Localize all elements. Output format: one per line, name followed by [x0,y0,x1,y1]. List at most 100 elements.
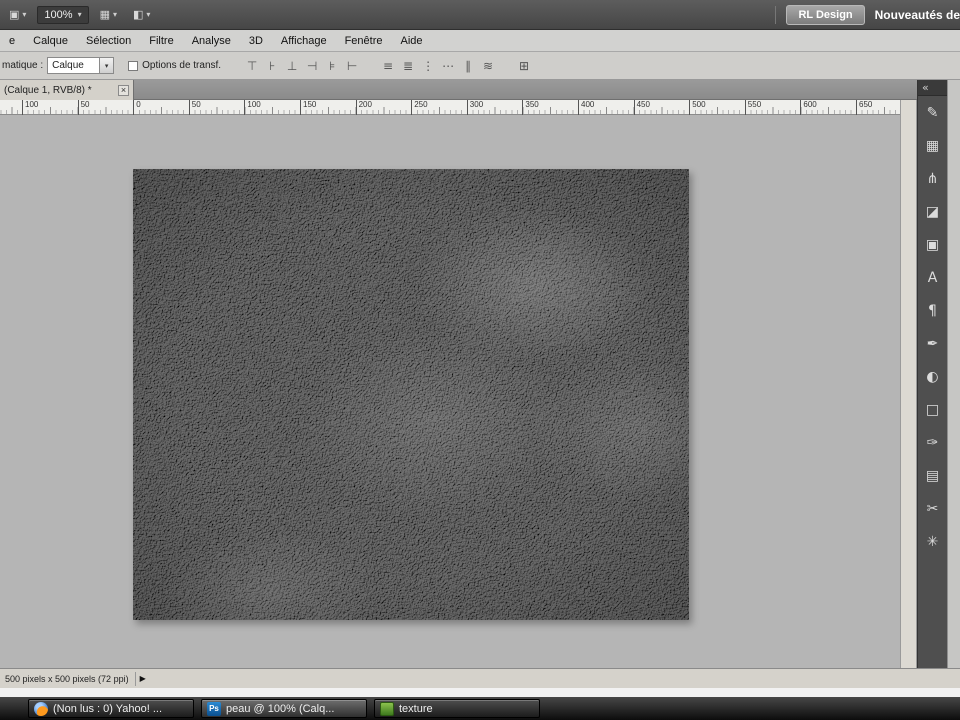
ruler-tick-label: 0 [133,100,141,115]
horizontal-ruler[interactable]: 100 50 0 50 100 150 200 250 300 350 400 450 500 550 60… [0,100,900,115]
view-extras-icon: ▦ [99,8,110,21]
menu-item-fen-tre[interactable]: Fenêtre [336,32,392,50]
ruler-tick-label: 50 [188,100,201,115]
canvas-area [0,115,900,668]
texture-icon [380,701,394,716]
chevron-down-icon: ▾ [99,58,114,73]
auto-align-group: ⊞ [515,57,533,75]
checkbox-icon [128,60,139,71]
ruler-tick-label: 350 [522,100,539,115]
align-vertical-centers-icon[interactable]: ⊦ [263,57,281,75]
align-top-edges-icon[interactable]: ⊤ [243,57,261,75]
app-extras-dropdown[interactable]: ▣ ▾ [4,5,31,24]
distribute-top-edges-icon[interactable]: ≡ [379,57,397,75]
appbar-separator [775,5,777,24]
eraser-tool-icon[interactable]: ◪ [918,195,947,228]
tool-panel: « ✎ ▦ ⋔ ◪ ▣ A ¶ ✒ ◐ □ ✑ ▤ ✂ ✳ [917,80,947,668]
paragraph-tool-icon[interactable]: ¶ [918,294,947,327]
transform-options-checkbox[interactable]: Options de transf. [128,60,221,71]
taskbar-item-yahoo[interactable]: (Non lus : 0) Yahoo! ... [28,699,194,718]
ruler-tick-label: 150 [300,100,316,115]
menu-bar: e Calque Sélection Filtre Analyse 3D Affichage… [0,30,960,52]
screen-mode-dropdown[interactable]: ◧ ▾ [128,5,155,24]
menu-item-analyse[interactable]: Analyse [183,32,240,50]
type-tool-icon[interactable]: A [918,261,947,294]
align-horizontal-centers-icon[interactable]: ⊧ [323,57,341,75]
align-bottom-edges-icon[interactable]: ⊥ [283,57,301,75]
taskbar-item-label: texture [399,702,433,715]
status-bar: 500 pixels x 500 pixels (72 ppi) ▶ [0,668,960,688]
windows-taskbar: (Non lus : 0) Yahoo! ... Ps peau @ 100% (C… [0,697,960,720]
close-icon[interactable]: × [118,84,129,96]
menu-item-aide[interactable]: Aide [392,32,432,50]
menu-item-affichage[interactable]: Affichage [272,32,336,50]
align-icon-group: ⊤ ⊦ ⊥ ⊣ ⊧ ⊢ [243,57,361,75]
ruler-tick-label: 200 [355,100,372,115]
ruler-tick-label: 100 [244,100,261,115]
distribute-left-edges-icon[interactable]: ⋯ [439,57,457,75]
collapse-chevrons-icon: « [922,81,929,94]
app-extras-icon: ▣ [9,8,20,21]
distribute-right-edges-icon[interactable]: ≋ [479,57,497,75]
ruler-tick-label: 450 [633,100,650,115]
align-right-edges-icon[interactable]: ⊢ [343,57,361,75]
panel-dock-edge [947,80,960,668]
tool-list: ✎ ▦ ⋔ ◪ ▣ A ¶ ✒ ◐ □ ✑ ▤ ✂ ✳ [918,96,947,558]
ruler-tick-label: 300 [466,100,483,115]
clone-stamp-tool-icon[interactable]: ▣ [918,228,947,261]
photoshop-icon: Ps [207,701,221,716]
history-brush-tool-icon[interactable]: ⋔ [918,162,947,195]
rl-design-button[interactable]: RL Design [786,4,865,25]
view-extras-dropdown[interactable]: ▦ ▾ [95,5,122,24]
ruler-tick-label: 400 [578,100,594,115]
auto-align-layers-icon[interactable]: ⊞ [515,57,533,75]
taskbar-item-texture[interactable]: texture [374,699,540,718]
document-tab-title: (Calque 1, RVB/8) * [4,84,92,96]
desktop-gap [0,688,960,697]
taskbar-item-label: peau @ 100% (Calq... [226,702,335,715]
zoom-level-dropdown[interactable]: 100% ▾ [37,5,89,24]
3d-rotate-tool-icon[interactable]: □ [918,393,947,426]
document-tab[interactable]: (Calque 1, RVB/8) * × [0,80,134,100]
ruler-tick-label: 650 [856,100,872,115]
brush-tool-icon[interactable]: ✎ [918,96,947,129]
distribute-vertical-centers-icon[interactable]: ≣ [399,57,417,75]
document-image[interactable] [133,169,689,620]
align-left-edges-icon[interactable]: ⊣ [303,57,321,75]
distribute-horizontal-centers-icon[interactable]: ∥ [459,57,477,75]
document-tab-bar: (Calque 1, RVB/8) * × [0,80,917,100]
hand-tool-icon[interactable]: ✳ [918,525,947,558]
shape-tool-icon[interactable]: ◐ [918,360,947,393]
distribute-bottom-edges-icon[interactable]: ⋮ [419,57,437,75]
ruler-tick-label: 250 [411,100,428,115]
transform-options-label: Options de transf. [142,60,222,71]
taskbar-item-photoshop[interactable]: Ps peau @ 100% (Calq... [201,699,367,718]
pattern-stamp-tool-icon[interactable]: ▦ [918,129,947,162]
taskbar-item-label: (Non lus : 0) Yahoo! ... [53,702,163,715]
firefox-icon [34,701,48,716]
menu-item-s-lection[interactable]: Sélection [77,32,140,50]
cut-tool-icon[interactable]: ✂ [918,492,947,525]
ruler-tick-label: 550 [744,100,761,115]
panel-collapse-button[interactable]: « [918,80,947,96]
camera-tool-icon[interactable]: ▤ [918,459,947,492]
menu-item-e[interactable]: e [0,32,24,50]
menu-item-3d[interactable]: 3D [240,32,272,50]
auto-select-dropdown[interactable]: Calque ▾ [47,57,115,74]
ruler-tick-label: 600 [800,100,817,115]
application-bar: ▣ ▾ 100% ▾ ▦ ▾ ◧ ▾ RL Design Nouveautés … [0,0,960,30]
annotation-tool-icon[interactable]: ✑ [918,426,947,459]
document-size-status: 500 pixels x 500 pixels (72 ppi) [0,671,136,686]
menu-item-calque[interactable]: Calque [24,32,77,50]
menu-item-filtre[interactable]: Filtre [140,32,182,50]
chevron-down-icon: ▾ [22,10,27,19]
distribute-icon-group: ≡ ≣ ⋮ ⋯ ∥ ≋ [379,57,497,75]
nouveautes-text: Nouveautés de [874,7,960,22]
options-bar: matique : Calque ▾ Options de transf. ⊤ ⊦… [0,52,960,80]
auto-select-value: Calque [52,60,84,71]
chevron-down-icon: ▾ [146,10,151,19]
pen-tool-icon[interactable]: ✒ [918,327,947,360]
vertical-scrollbar[interactable] [900,100,917,668]
status-options-arrow-icon[interactable]: ▶ [140,674,146,683]
texture-shading-overlay [133,169,689,620]
